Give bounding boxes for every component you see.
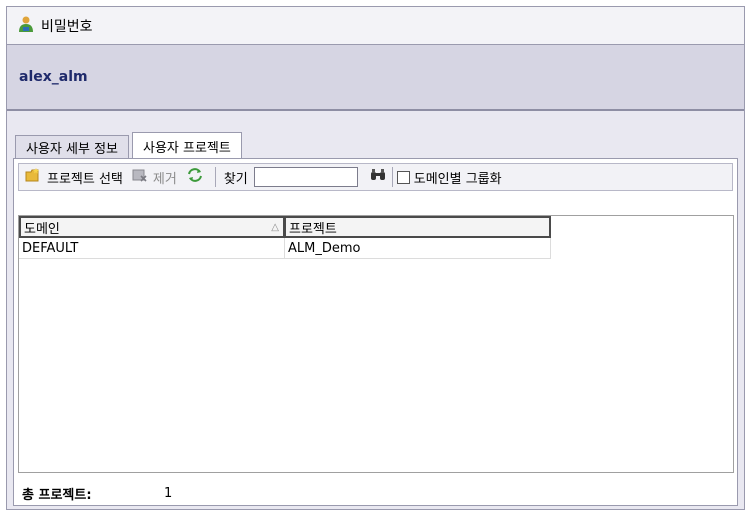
table-row[interactable]: DEFAULT ALM_Demo — [19, 238, 733, 259]
tab-user-projects-label: 사용자 프로젝트 — [143, 141, 231, 156]
column-header-domain[interactable]: 도메인 △ — [19, 216, 285, 238]
toolbar-separator — [214, 167, 216, 187]
select-project-label: 프로젝트 선택 — [47, 171, 123, 187]
remove-button[interactable]: 제거 — [131, 167, 177, 187]
group-by-domain-checkbox[interactable] — [396, 170, 410, 184]
find-binoculars-icon[interactable] — [370, 168, 386, 186]
sort-indicator-icon: △ — [271, 221, 279, 233]
projects-footer: 총 프로젝트: 1 — [22, 481, 172, 505]
column-header-domain-label: 도메인 — [24, 221, 60, 237]
column-header-project-label: 프로젝트 — [289, 221, 337, 237]
user-header-panel: alex_alm — [7, 45, 744, 111]
group-by-domain-label: 도메인별 그룹화 — [413, 171, 502, 187]
add-project-icon — [25, 167, 43, 187]
refresh-button[interactable] — [185, 166, 205, 188]
window-title: 비밀번호 — [41, 18, 93, 35]
tab-content-user-projects: 프로젝트 선택 제거 찾기 도메인별 그룹화 도메인 △ 프로젝트 DEFAUL… — [13, 158, 738, 506]
remove-label: 제거 — [152, 171, 177, 187]
toolbar-separator-2 — [391, 167, 393, 187]
remove-icon — [131, 167, 149, 187]
user-name: alex_alm — [19, 69, 88, 85]
total-projects-value: 1 — [164, 485, 173, 501]
column-header-project[interactable]: 프로젝트 — [285, 216, 551, 238]
refresh-icon — [185, 166, 205, 188]
projects-grid: 도메인 △ 프로젝트 DEFAULT ALM_Demo — [18, 215, 734, 473]
tab-user-projects[interactable]: 사용자 프로젝트 — [132, 132, 242, 160]
select-project-button[interactable]: 프로젝트 선택 — [25, 167, 123, 187]
user-properties-window: 비밀번호 alex_alm 사용자 세부 정보 사용자 프로젝트 프로젝트 선택 — [6, 6, 745, 510]
tab-user-details[interactable]: 사용자 세부 정보 — [15, 135, 129, 159]
title-bar: 비밀번호 — [7, 7, 744, 45]
find-input[interactable] — [253, 167, 358, 187]
user-icon — [17, 15, 35, 37]
projects-toolbar: 프로젝트 선택 제거 찾기 도메인별 그룹화 — [18, 163, 733, 191]
tab-strip: 사용자 세부 정보 사용자 프로젝트 — [15, 131, 245, 160]
cell-project: ALM_Demo — [285, 238, 551, 259]
grid-header: 도메인 △ 프로젝트 — [19, 216, 733, 238]
total-projects-label: 총 프로젝트: — [22, 487, 92, 503]
cell-domain: DEFAULT — [19, 238, 285, 259]
find-label: 찾기 — [223, 171, 248, 187]
tab-user-details-label: 사용자 세부 정보 — [26, 142, 118, 157]
